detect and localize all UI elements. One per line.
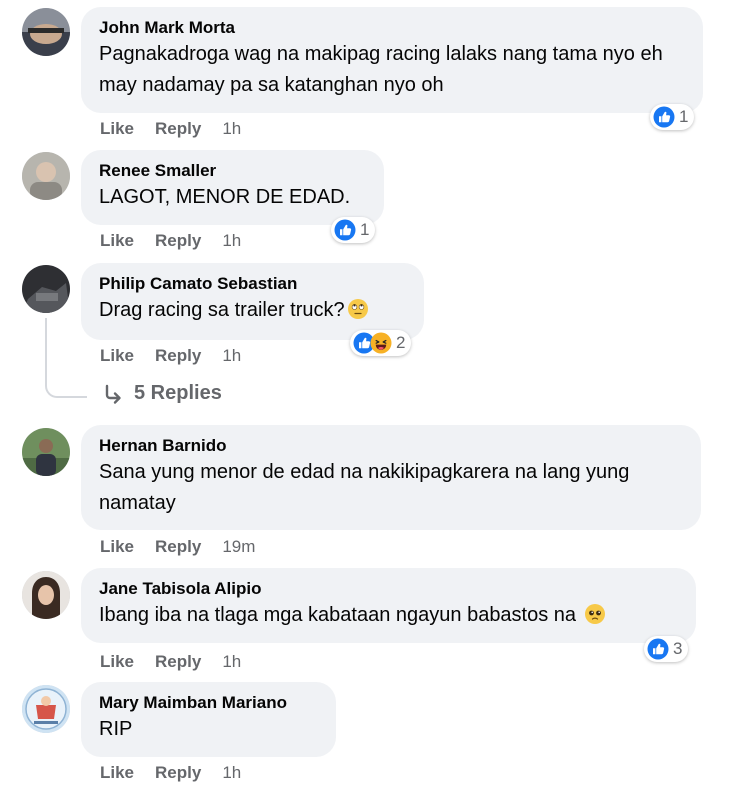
avatar[interactable] bbox=[22, 428, 70, 476]
comment-text: RIP bbox=[99, 718, 133, 740]
like-reaction-icon bbox=[653, 106, 675, 128]
comment-text: Ibang iba na tlaga mga kabataan ngayun b… bbox=[99, 600, 678, 631]
comment-timestamp[interactable]: 19m bbox=[222, 537, 255, 557]
comment-author[interactable]: Hernan Barnido bbox=[99, 435, 683, 457]
reaction-count: 1 bbox=[360, 220, 370, 239]
like-button[interactable]: Like bbox=[100, 537, 134, 557]
comment-bubble: Jane Tabisola Alipio Ibang iba na tlaga … bbox=[81, 568, 696, 643]
comment-bubble: John Mark Morta Pagnakadroga wag na maki… bbox=[81, 7, 703, 113]
reply-button[interactable]: Reply bbox=[155, 763, 201, 783]
comment-timestamp[interactable]: 1h bbox=[222, 763, 241, 783]
comment-author[interactable]: John Mark Morta bbox=[99, 17, 685, 39]
avatar[interactable] bbox=[22, 571, 70, 619]
reaction-count: 3 bbox=[673, 639, 683, 658]
reply-button[interactable]: Reply bbox=[155, 652, 201, 672]
reply-button[interactable]: Reply bbox=[155, 346, 201, 366]
like-button[interactable]: Like bbox=[100, 119, 134, 139]
comment-text-content: Ibang iba na tlaga mga kabataan ngayun b… bbox=[99, 604, 577, 626]
comment-timestamp[interactable]: 1h bbox=[222, 231, 241, 251]
comment-bubble: Renee Smaller LAGOT, MENOR DE EDAD. bbox=[81, 150, 384, 225]
comment-actions: Like Reply 1h bbox=[100, 346, 241, 366]
reaction-summary[interactable]: 1 bbox=[331, 217, 376, 243]
view-replies-label: 5 Replies bbox=[134, 382, 222, 404]
avatar[interactable] bbox=[22, 152, 70, 200]
pleading-face-emoji-icon bbox=[584, 604, 605, 624]
like-reaction-icon bbox=[647, 638, 669, 660]
reaction-count: 1 bbox=[679, 107, 689, 126]
haha-reaction-icon bbox=[370, 332, 392, 354]
comment-text: LAGOT, MENOR DE EDAD. bbox=[99, 186, 351, 208]
avatar[interactable] bbox=[22, 685, 70, 733]
comment-text: Drag racing sa trailer truck? bbox=[99, 295, 406, 326]
comment-timestamp[interactable]: 1h bbox=[222, 652, 241, 672]
like-reaction-icon bbox=[334, 219, 356, 241]
reply-button[interactable]: Reply bbox=[155, 537, 201, 557]
comment-author[interactable]: Jane Tabisola Alipio bbox=[99, 578, 678, 600]
like-button[interactable]: Like bbox=[100, 346, 134, 366]
comment-bubble: Mary Maimban Mariano RIP bbox=[81, 682, 336, 757]
reaction-summary[interactable]: 1 bbox=[650, 104, 695, 130]
comment-text: Sana yung menor de edad na nakikipagkare… bbox=[99, 461, 630, 514]
thread-connector-line bbox=[45, 318, 87, 398]
like-button[interactable]: Like bbox=[100, 652, 134, 672]
reply-arrow-icon bbox=[105, 384, 121, 404]
comment-actions: Like Reply 1h bbox=[100, 652, 241, 672]
avatar[interactable] bbox=[22, 265, 70, 313]
comment-author[interactable]: Philip Camato Sebastian bbox=[99, 273, 406, 295]
rolling-eyes-emoji-icon bbox=[347, 299, 368, 319]
comment-bubble: Philip Camato Sebastian Drag racing sa t… bbox=[81, 263, 424, 340]
reply-button[interactable]: Reply bbox=[155, 119, 201, 139]
comment-author[interactable]: Renee Smaller bbox=[99, 160, 366, 182]
reaction-summary[interactable]: 3 bbox=[644, 636, 689, 662]
comment-actions: Like Reply 1h bbox=[100, 763, 241, 783]
comment-timestamp[interactable]: 1h bbox=[222, 119, 241, 139]
comment-actions: Like Reply 1h bbox=[100, 119, 241, 139]
view-replies-button[interactable]: 5 Replies bbox=[102, 382, 222, 405]
comment-text-content: Drag racing sa trailer truck? bbox=[99, 299, 345, 321]
comment-text: Pagnakadroga wag na makipag racing lalak… bbox=[99, 43, 663, 96]
comment-author[interactable]: Mary Maimban Mariano bbox=[99, 692, 318, 714]
comment-actions: Like Reply 1h bbox=[100, 231, 241, 251]
comment-actions: Like Reply 19m bbox=[100, 537, 255, 557]
comment-bubble: Hernan Barnido Sana yung menor de edad n… bbox=[81, 425, 701, 530]
like-button[interactable]: Like bbox=[100, 763, 134, 783]
reaction-summary[interactable]: 2 bbox=[350, 330, 412, 356]
like-button[interactable]: Like bbox=[100, 231, 134, 251]
comment-timestamp[interactable]: 1h bbox=[222, 346, 241, 366]
avatar[interactable] bbox=[22, 8, 70, 56]
reply-button[interactable]: Reply bbox=[155, 231, 201, 251]
reaction-count: 2 bbox=[396, 333, 406, 352]
